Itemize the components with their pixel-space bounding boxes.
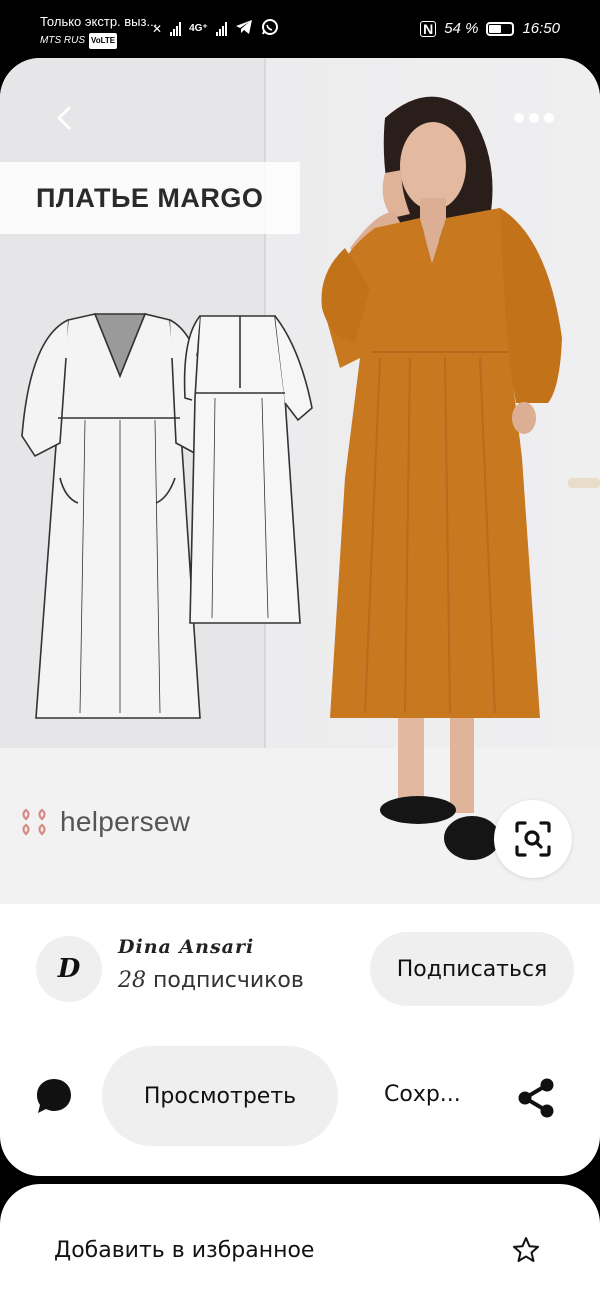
followers-label: подписчиков [153,968,304,993]
brand-name: helpersew [60,806,191,837]
notification-text: Только экстр. выз... [40,14,158,29]
nfc-icon: N [420,20,437,37]
bottom-sheet: Добавить в избранное [0,1184,600,1299]
back-sketch [183,315,313,624]
action-row: Просмотреть Сохр... [0,1046,600,1146]
back-icon [57,106,71,130]
status-left: Только экстр. выз... MTS RUS VoLTE [40,14,157,49]
more-options-button[interactable] [508,106,560,130]
whatsapp-icon [261,18,279,39]
subscribe-button[interactable]: Подписаться [370,932,574,1006]
star-icon [513,1237,539,1262]
visual-search-button[interactable] [494,800,572,878]
telegram-icon [235,19,253,38]
model-photo [321,96,562,860]
screen: Только экстр. выз... MTS RUS VoLTE ✕ 4G⁺… [0,0,600,1299]
front-sketch [21,313,213,719]
share-button[interactable] [512,1074,560,1122]
add-to-favorites-label[interactable]: Добавить в избранное [54,1238,314,1263]
creator-avatar[interactable]: D [36,936,102,1002]
status-bar: Только экстр. выз... MTS RUS VoLTE ✕ 4G⁺… [0,0,600,62]
volte-badge: VoLTE [89,33,118,49]
comment-button[interactable] [30,1072,78,1120]
clock: 16:50 [522,20,560,37]
back-button[interactable] [44,98,84,138]
creator-row: D Dina Ansari 28 подписчиков Подписаться [0,930,600,1010]
battery-percent: 54 % [444,20,479,37]
status-right: N 54 % 16:50 [420,20,560,37]
brand-watermark: helpersew [18,806,190,838]
signal-2-icon [215,21,227,36]
pin-card: ПЛАТЬЕ MARGO helpersew D Dina Ansari 28 … [0,58,600,1176]
network-label: 4G⁺ [189,23,208,34]
share-icon [518,1078,554,1118]
pin-image[interactable]: ПЛАТЬЕ MARGO helpersew [0,58,600,904]
followers-count: 28 подписчиков [118,968,304,993]
creator-name[interactable]: Dina Ansari [118,936,254,958]
mute-icon: ✕ [152,21,163,36]
battery-icon [486,21,515,36]
view-button[interactable]: Просмотреть [102,1046,338,1146]
pin-banner-title: ПЛАТЬЕ MARGO [0,162,300,234]
more-icon [514,113,524,123]
add-to-favorites-button[interactable] [508,1232,544,1268]
carrier-label: MTS RUS [40,35,85,46]
save-button[interactable]: Сохр... [384,1082,461,1107]
followers-number: 28 [118,968,146,993]
brand-logo-icon [22,808,46,836]
visual-search-icon [515,821,551,857]
status-icons: ✕ 4G⁺ [152,18,279,39]
signal-icon [170,21,182,36]
comment-icon [37,1079,71,1113]
